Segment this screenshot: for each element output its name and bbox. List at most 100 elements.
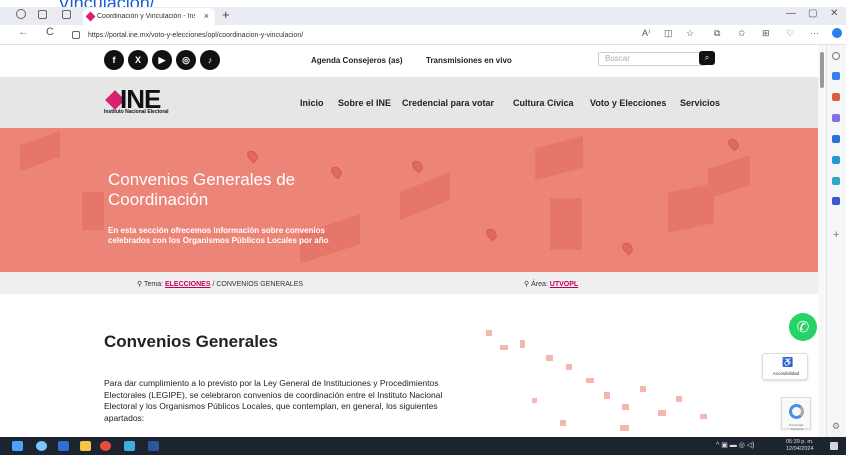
browser-tab-active[interactable]: Coordinación y Vinculación - Inst × <box>83 8 215 25</box>
site-search-input[interactable]: Buscar <box>598 52 706 66</box>
recaptcha-badge[interactable]: Privacidad - Términos <box>781 397 811 431</box>
location-pin-icon <box>726 136 741 152</box>
location-pin-icon <box>410 158 425 174</box>
page-scrollbar[interactable] <box>818 45 826 437</box>
x-twitter-icon: X <box>134 55 141 65</box>
map-dot <box>486 330 492 336</box>
extensions-icon[interactable]: ⧉ <box>714 28 720 39</box>
collections-toolbar-icon[interactable]: ⊞ <box>762 28 770 39</box>
area-link-utvopl[interactable]: UTVOPL <box>550 281 578 288</box>
sidebar-add-icon[interactable]: + <box>833 229 839 241</box>
new-tab-button[interactable]: + <box>222 7 230 22</box>
breadcrumb-link-elecciones[interactable]: ELECCIONES <box>165 281 211 288</box>
social-facebook[interactable]: f <box>104 50 124 70</box>
sidebar-drop-icon[interactable] <box>832 177 840 185</box>
system-tray[interactable]: ^ ▣ ▬ ◎ ◁) <box>716 441 755 449</box>
read-aloud-icon[interactable]: A⁾ <box>642 28 650 39</box>
tab-title: Coordinación y Vinculación - Inst <box>97 13 195 20</box>
restore-button[interactable]: ▢ <box>808 8 817 19</box>
map-dot <box>700 414 707 419</box>
whatsapp-button[interactable]: ✆ <box>789 313 817 341</box>
social-tiktok[interactable]: ♪ <box>200 50 220 70</box>
taskbar-search-icon[interactable] <box>36 441 47 451</box>
more-menu-icon[interactable]: ··· <box>810 28 819 38</box>
link-transmisiones[interactable]: Transmisiones en vivo <box>426 56 512 65</box>
map-dot <box>640 386 646 392</box>
url-field[interactable]: https://portal.ine.mx/voto-y-elecciones/… <box>72 28 632 42</box>
taskbar-explorer-icon[interactable] <box>58 441 69 451</box>
sidebar-outlook-icon[interactable] <box>832 156 840 164</box>
nav-voto-y-elecciones[interactable]: Voto y Elecciones <box>590 98 666 108</box>
sidebar-search-icon[interactable] <box>832 52 840 60</box>
windows-start-icon[interactable] <box>12 441 23 451</box>
favorites-icon[interactable]: ✩ <box>738 28 746 39</box>
reload-button[interactable]: C <box>46 26 54 38</box>
area-info: ⚲ Área: UTVOPL <box>524 280 578 288</box>
area-label: Área: <box>531 281 548 288</box>
favorite-star-icon[interactable]: ☆ <box>686 28 694 39</box>
site-search-button[interactable]: ⌕ <box>699 51 715 65</box>
recaptcha-icon <box>789 404 804 419</box>
accessibility-icon: ♿ <box>782 357 794 367</box>
back-button[interactable]: ← <box>18 26 29 38</box>
taskbar-edge-icon[interactable] <box>124 441 135 451</box>
close-window-button[interactable]: ✕ <box>830 8 838 19</box>
map-dot <box>658 410 666 416</box>
clock-time: 05:39 p. m. <box>786 439 814 445</box>
split-screen-icon[interactable]: ◫ <box>664 28 673 39</box>
taskbar-chrome-icon[interactable] <box>100 441 111 451</box>
accessibility-label: Accesibilidad <box>772 371 800 376</box>
map-dot <box>560 420 566 426</box>
social-x[interactable]: X <box>128 50 148 70</box>
collections-icon[interactable] <box>38 10 47 19</box>
taskbar-clock[interactable]: 05:39 p. m. 12/04/2024 <box>786 439 814 453</box>
nav-servicios[interactable]: Servicios <box>680 98 720 108</box>
ine-logo-subtitle: Instituto Nacional Electoral <box>104 109 169 115</box>
section-paragraph: Para dar cumplimiento a lo previsto por … <box>104 378 443 423</box>
notification-icon[interactable] <box>830 442 838 450</box>
sidebar-tools-icon[interactable] <box>832 72 840 80</box>
instagram-icon: ◎ <box>182 54 190 65</box>
performance-icon[interactable]: ♡ <box>786 28 794 39</box>
nav-sobre-el-ine[interactable]: Sobre el INE <box>338 98 391 108</box>
map-dot <box>586 378 594 383</box>
hero-building <box>668 183 714 233</box>
sidebar-settings-icon[interactable]: ⚙ <box>832 421 840 432</box>
facebook-icon: f <box>112 55 116 65</box>
sidebar-office-icon[interactable] <box>832 135 840 143</box>
section-heading: Convenios Generales <box>104 332 278 351</box>
clock-date: 12/04/2024 <box>786 446 814 452</box>
map-dot <box>604 392 610 399</box>
minimize-button[interactable]: — <box>786 8 796 19</box>
nav-cultura-civica[interactable]: Cultura Cívica <box>513 98 574 108</box>
hero-building <box>535 135 583 181</box>
area-pin-icon: ⚲ <box>524 281 530 288</box>
taskbar-folder-icon[interactable] <box>80 441 91 451</box>
hero-building <box>82 192 104 230</box>
taskbar-word-icon[interactable] <box>148 441 159 451</box>
profile-icon[interactable] <box>16 9 26 19</box>
sidebar-games-icon[interactable] <box>832 114 840 122</box>
sidebar-designer-icon[interactable] <box>832 197 840 205</box>
nav-inicio[interactable]: Inicio <box>300 98 324 108</box>
screen: Vinculacion/ Coordinación y Vinculación … <box>0 0 846 455</box>
hero-building <box>550 198 582 250</box>
tiktok-icon: ♪ <box>207 55 213 65</box>
nav-credencial[interactable]: Credencial para votar <box>402 98 494 108</box>
sidebar-shopping-icon[interactable] <box>832 93 840 101</box>
accessibility-button[interactable]: ♿ Accesibilidad <box>762 353 808 380</box>
tab-actions-icon[interactable] <box>62 10 71 19</box>
map-dot <box>532 398 537 403</box>
social-youtube[interactable]: ▶ <box>152 50 172 70</box>
map-dot <box>546 355 553 361</box>
link-agenda-consejeros[interactable]: Agenda Consejeros (as) <box>311 56 403 65</box>
scrollbar-thumb[interactable] <box>820 52 824 88</box>
map-dot <box>620 425 629 431</box>
copilot-icon[interactable] <box>832 28 842 38</box>
tab-close-icon[interactable]: × <box>204 11 209 21</box>
ine-favicon-icon <box>85 11 96 22</box>
map-dot <box>500 345 508 350</box>
breadcrumb-label: Tema: <box>143 281 164 288</box>
social-instagram[interactable]: ◎ <box>176 50 196 70</box>
location-pin-icon <box>620 240 635 256</box>
